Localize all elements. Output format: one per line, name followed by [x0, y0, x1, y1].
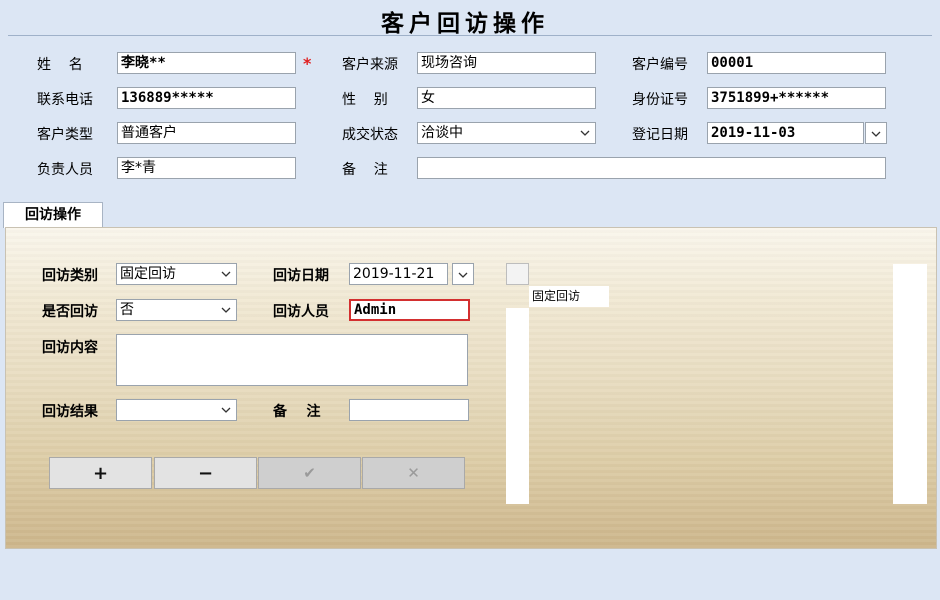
cancel-button[interactable]: ✕ — [362, 457, 465, 489]
page-title: 客户回访操作 — [381, 11, 549, 37]
customer-id-field[interactable]: 00001 — [707, 52, 886, 74]
list-scrollbar[interactable] — [893, 264, 927, 504]
chevron-down-icon — [220, 264, 232, 284]
list-item[interactable]: 固定回访 — [529, 286, 609, 307]
visit-content-label: 回访内容 — [42, 340, 98, 356]
owner-field[interactable]: 李*青 — [117, 157, 296, 179]
source-field[interactable]: 现场咨询 — [417, 52, 596, 74]
name-label: 姓 名 — [37, 57, 83, 73]
source-label: 客户来源 — [342, 57, 398, 73]
list-row-header-column — [506, 308, 529, 504]
deal-status-value: 洽谈中 — [421, 125, 463, 141]
visit-result-label: 回访结果 — [42, 404, 98, 420]
visit-person-field[interactable]: Admin — [349, 299, 470, 321]
gender-field[interactable]: 女 — [417, 87, 596, 109]
customer-type-field[interactable]: 普通客户 — [117, 122, 296, 144]
deal-status-select[interactable]: 洽谈中 — [417, 122, 596, 144]
chevron-down-icon — [579, 123, 591, 143]
visit-remark-label: 备 注 — [273, 404, 321, 420]
add-button[interactable]: + — [49, 457, 152, 489]
reg-date-picker-button[interactable] — [865, 122, 887, 144]
idcard-field[interactable]: 3751899+****** — [707, 87, 886, 109]
owner-label: 负责人员 — [37, 162, 93, 178]
visit-date-picker-button[interactable] — [452, 263, 474, 285]
tab-visit-operation[interactable]: 回访操作 — [3, 202, 103, 228]
remove-button[interactable]: − — [154, 457, 257, 489]
chevron-down-icon — [458, 266, 468, 282]
customer-type-label: 客户类型 — [37, 127, 93, 143]
is-visited-select[interactable]: 否 — [116, 299, 237, 321]
remark-label: 备 注 — [342, 162, 388, 178]
reg-date-field[interactable]: 2019-11-03 — [707, 122, 864, 144]
visit-category-label: 回访类别 — [42, 268, 98, 284]
reg-date-label: 登记日期 — [632, 127, 688, 143]
confirm-button[interactable]: ✔ — [258, 457, 361, 489]
gender-label: 性 别 — [342, 92, 388, 108]
visit-date-field[interactable]: 2019-11-21 — [349, 263, 448, 285]
chevron-down-icon — [220, 300, 232, 320]
phone-field[interactable]: 136889***** — [117, 87, 296, 109]
title-divider — [8, 35, 932, 36]
deal-status-label: 成交状态 — [342, 127, 398, 143]
chevron-down-icon — [220, 400, 232, 420]
visit-person-label: 回访人员 — [273, 304, 329, 320]
idcard-label: 身份证号 — [632, 92, 688, 108]
remark-field[interactable] — [417, 157, 886, 179]
required-mark: * — [303, 54, 312, 73]
list-header-corner[interactable] — [506, 263, 529, 285]
visit-content-textarea[interactable] — [116, 334, 468, 386]
visit-result-select[interactable] — [116, 399, 237, 421]
visit-category-value: 固定回访 — [120, 266, 176, 282]
visit-remark-field[interactable] — [349, 399, 469, 421]
chevron-down-icon — [871, 125, 881, 141]
is-visited-value: 否 — [120, 302, 134, 318]
visit-date-label: 回访日期 — [273, 268, 329, 284]
customer-id-label: 客户编号 — [632, 57, 688, 73]
name-field[interactable]: 李晓** — [117, 52, 296, 74]
is-visited-label: 是否回访 — [42, 304, 98, 320]
phone-label: 联系电话 — [37, 92, 93, 108]
visit-category-select[interactable]: 固定回访 — [116, 263, 237, 285]
